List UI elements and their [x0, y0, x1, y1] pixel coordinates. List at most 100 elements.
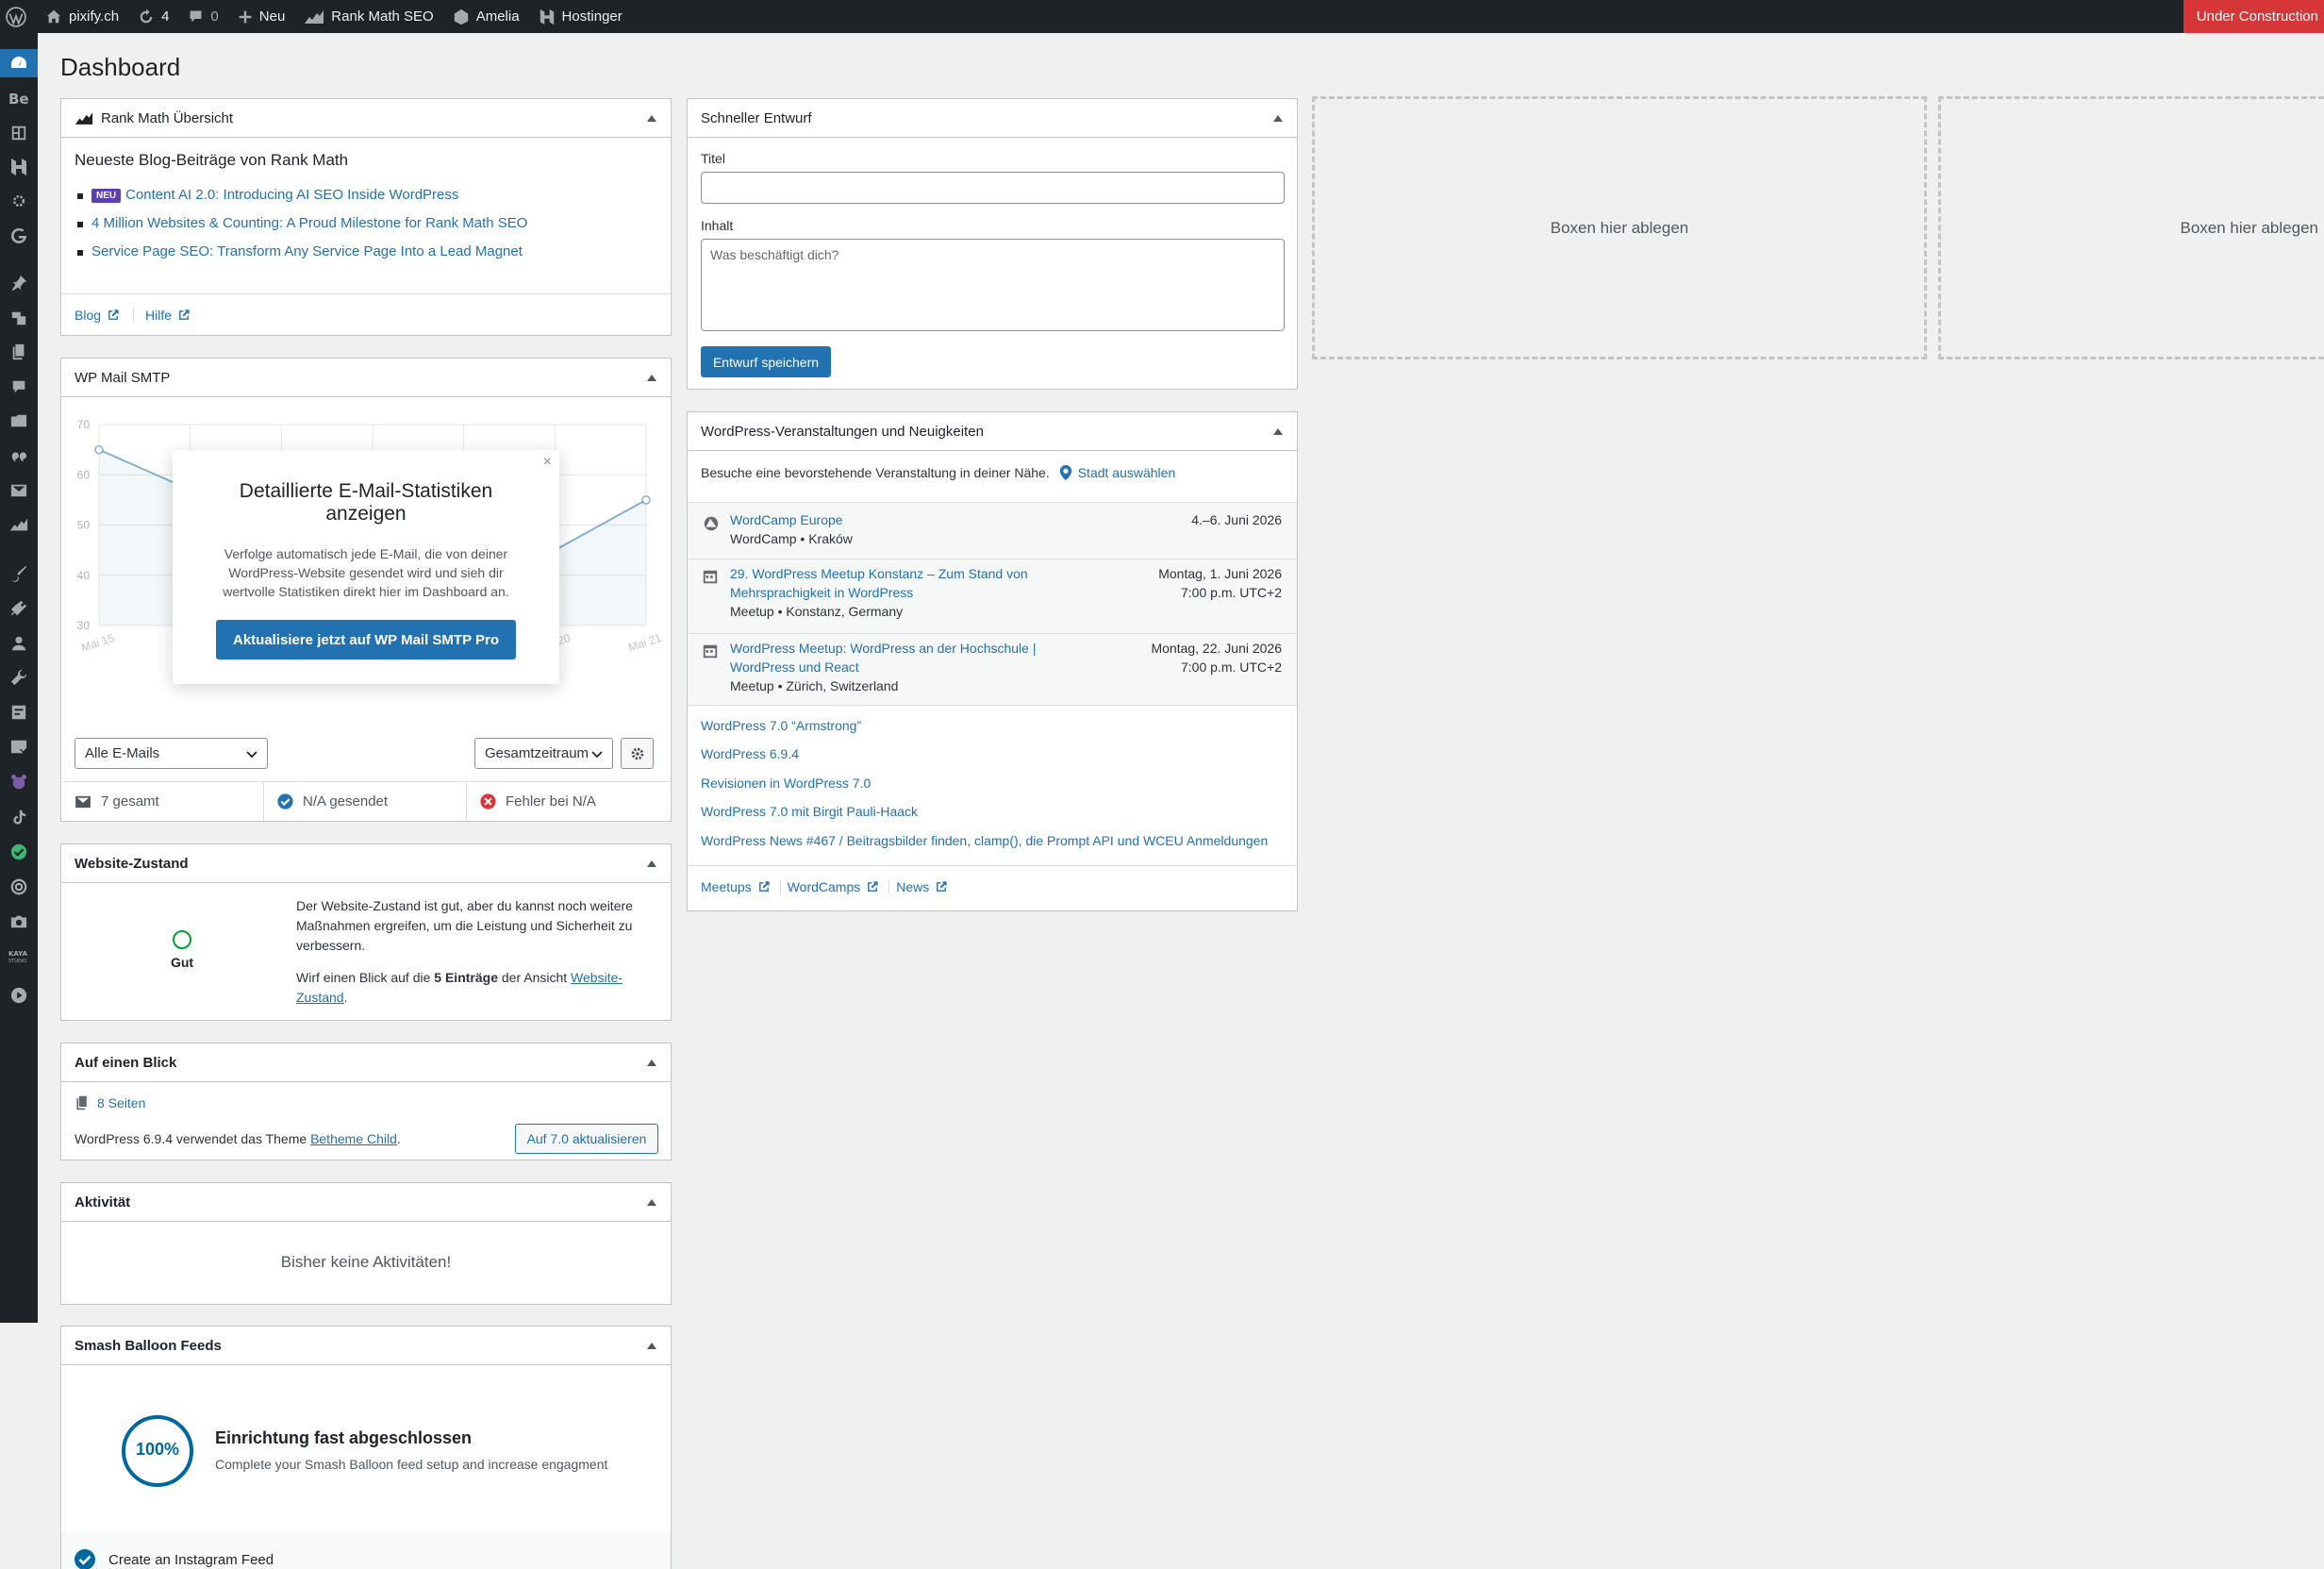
collapse-arrow-icon[interactable]: [647, 1059, 656, 1066]
news-link[interactable]: WordPress 7.0 mit Birgit Pauli-Haack: [701, 804, 918, 819]
settings-icon: [11, 705, 26, 720]
event-title-link[interactable]: WordCamp Europe: [730, 512, 843, 527]
news-link[interactable]: Revisionen in WordPress 7.0: [701, 776, 871, 791]
menu-posts[interactable]: [0, 269, 38, 297]
under-construction-badge[interactable]: Under Construction: [2183, 0, 2324, 33]
amelia-menu[interactable]: Amelia: [443, 0, 529, 33]
updates-menu[interactable]: 4: [128, 0, 178, 33]
menu-smash-balloon[interactable]: [0, 838, 38, 866]
upgrade-button[interactable]: Aktualisiere jetzt auf WP Mail SMTP Pro: [215, 620, 516, 659]
menu-media[interactable]: [0, 304, 38, 332]
collapse-arrow-icon[interactable]: [1273, 427, 1283, 435]
popup-close-icon[interactable]: ×: [543, 454, 552, 471]
collapse-arrow-icon[interactable]: [647, 1198, 656, 1206]
menu-rankmath[interactable]: [0, 510, 38, 539]
dropzone-column-4[interactable]: Boxen hier ablegen: [1938, 96, 2324, 359]
collapse-arrow-icon[interactable]: [647, 114, 656, 122]
smtp-widget-header[interactable]: WP Mail SMTP: [61, 359, 671, 397]
menu-tools[interactable]: [0, 663, 38, 692]
menu-site-kit[interactable]: [0, 222, 38, 250]
wp-logo-menu[interactable]: [0, 0, 36, 33]
blog-link-label: Blog: [75, 308, 102, 323]
gear-icon: [13, 195, 25, 207]
blog-link[interactable]: Blog: [75, 308, 120, 323]
new-content-menu[interactable]: Neu: [228, 0, 295, 33]
smtp-settings-button[interactable]: [621, 738, 654, 769]
menu-users[interactable]: [0, 629, 38, 658]
error-circle-icon: [480, 793, 496, 810]
wordcamps-link[interactable]: WordCamps: [788, 879, 880, 894]
pages-count-link[interactable]: 8 Seiten: [97, 1095, 145, 1110]
blog-post-link[interactable]: 4 Million Websites & Counting: A Proud M…: [91, 215, 527, 231]
updates-count: 4: [161, 8, 170, 25]
update-wordpress-button[interactable]: Auf 7.0 aktualisieren: [515, 1124, 658, 1154]
setup-subtext: Complete your Smash Balloon feed setup a…: [215, 1457, 608, 1472]
quick-draft-header[interactable]: Schneller Entwurf: [688, 99, 1297, 138]
menu-pages[interactable]: [0, 338, 38, 366]
news-link[interactable]: WordPress 6.9.4: [701, 746, 799, 761]
menu-layouts[interactable]: [0, 119, 38, 147]
menu-settings-gear[interactable]: [0, 187, 38, 215]
comments-menu[interactable]: 0: [178, 0, 227, 33]
menu-portfolio[interactable]: [0, 407, 38, 435]
external-link-icon: [758, 881, 770, 892]
blog-post-link[interactable]: Service Page SEO: Transform Any Service …: [91, 243, 523, 259]
period-filter-select[interactable]: Gesamtzeitraum: [474, 738, 613, 769]
menu-comments[interactable]: [0, 373, 38, 401]
event-title-link-line2[interactable]: Mehrsprachigkeit in WordPress: [730, 585, 913, 600]
event-title-link[interactable]: 29. WordPress Meetup Konstanz – Zum Stan…: [730, 566, 1028, 581]
dropzone-column-3[interactable]: Boxen hier ablegen: [1312, 96, 1927, 359]
site-name-menu[interactable]: pixify.ch: [36, 0, 128, 33]
setup-task-row[interactable]: Create an Instagram Feed: [61, 1532, 671, 1569]
menu-mail[interactable]: [0, 476, 38, 505]
menu-settings[interactable]: [0, 698, 38, 726]
menu-plugins[interactable]: [0, 594, 38, 623]
theme-link[interactable]: Betheme Child: [310, 1131, 397, 1146]
event-title-link[interactable]: WordPress Meetup: WordPress an der Hochs…: [730, 641, 1036, 656]
menu-hostinger[interactable]: [0, 153, 38, 181]
data-point: [94, 444, 104, 455]
draft-title-input[interactable]: [701, 172, 1285, 204]
help-link[interactable]: Hilfe: [145, 308, 191, 323]
select-city-link[interactable]: Stadt auswählen: [1078, 465, 1176, 480]
meetups-link[interactable]: Meetups: [701, 879, 771, 894]
activity-header[interactable]: Aktivität: [61, 1183, 671, 1222]
event-date: 4.–6. Juni 2026: [1191, 512, 1282, 527]
hostinger-menu[interactable]: Hostinger: [529, 0, 632, 33]
at-a-glance-header[interactable]: Auf einen Blick: [61, 1043, 671, 1082]
hostinger-icon: [11, 159, 26, 175]
site-health-header[interactable]: Website-Zustand: [61, 844, 671, 883]
menu-tiktok[interactable]: [0, 803, 38, 831]
events-news-header[interactable]: WordPress-Veranstaltungen und Neuigkeite…: [688, 412, 1297, 451]
blog-post-link[interactable]: Content AI 2.0: Introducing AI SEO Insid…: [125, 187, 458, 203]
menu-wp-mail-smtp[interactable]: [0, 732, 38, 760]
collapse-arrow-icon[interactable]: [1273, 114, 1283, 122]
draft-content-textarea[interactable]: Was beschäftigt dich?: [701, 239, 1285, 331]
menu-kaya-studio[interactable]: KAYA STUDIO: [0, 943, 38, 971]
menu-appearance[interactable]: [0, 559, 38, 588]
menu-betheme[interactable]: Be: [0, 84, 38, 112]
stat-total: 7 gesamt: [61, 782, 264, 821]
news-link[interactable]: WordPress 7.0 “Armstrong”: [701, 718, 861, 733]
news-footer-link[interactable]: News: [896, 879, 948, 894]
menu-wpforms[interactable]: [0, 768, 38, 796]
smash-balloon-header[interactable]: Smash Balloon Feeds: [61, 1327, 671, 1365]
plus-icon: [239, 10, 252, 23]
menu-feeds[interactable]: [0, 873, 38, 901]
email-filter-select[interactable]: Alle E-Mails: [75, 738, 268, 769]
rankmath-menu[interactable]: Rank Math SEO: [294, 0, 442, 33]
collapse-arrow-icon[interactable]: [647, 374, 656, 381]
collapse-arrow-icon[interactable]: [647, 1342, 656, 1349]
collapse-arrow-icon[interactable]: [647, 860, 656, 867]
news-link[interactable]: WordPress News #467 / Beitragsbilder fin…: [701, 833, 1268, 848]
menu-testimonials[interactable]: [0, 442, 38, 470]
rankmath-widget-header[interactable]: Rank Math Übersicht: [61, 99, 671, 138]
save-draft-button[interactable]: Entwurf speichern: [701, 346, 831, 377]
new-badge: NEU: [91, 189, 122, 203]
menu-camera[interactable]: [0, 908, 38, 936]
menu-dashboard[interactable]: [0, 49, 38, 77]
event-title-link-line2[interactable]: WordPress und React: [730, 659, 859, 675]
external-link-icon: [108, 309, 119, 320]
menu-collapse[interactable]: [0, 981, 38, 1010]
activity-widget: Aktivität Bisher keine Aktivitäten!: [60, 1182, 672, 1305]
